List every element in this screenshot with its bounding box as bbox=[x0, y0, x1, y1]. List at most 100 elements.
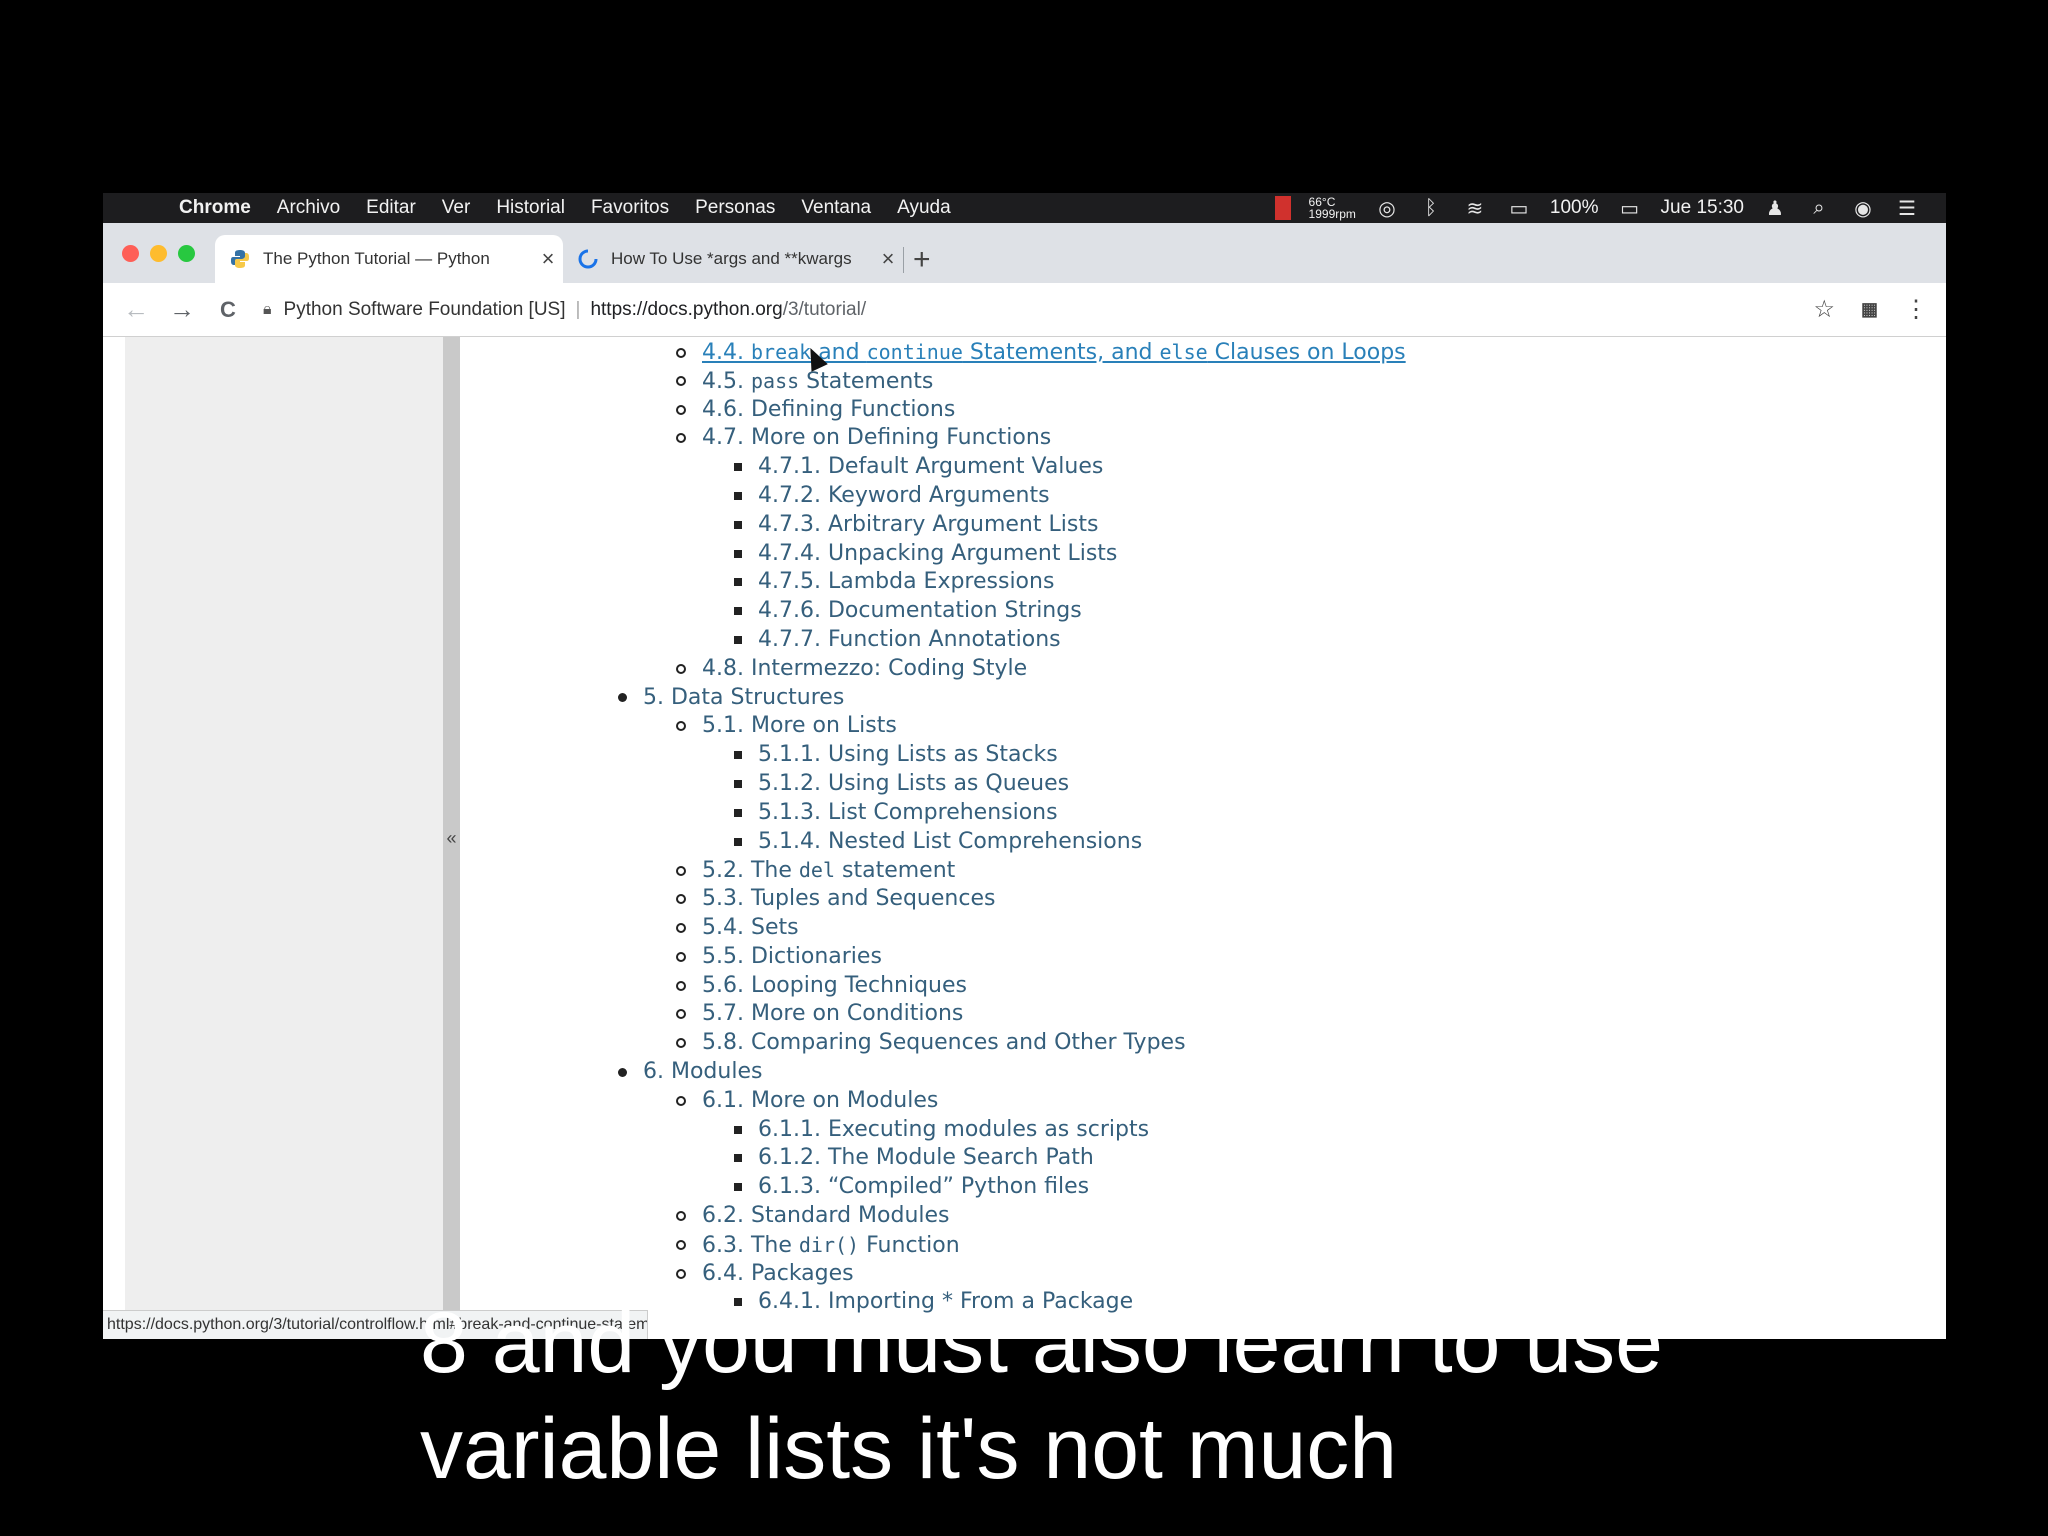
toc-link[interactable]: 5.2. The del statement bbox=[702, 856, 955, 885]
toc-link[interactable]: 5.8. Comparing Sequences and Other Types bbox=[702, 1029, 1186, 1057]
toc-link[interactable]: 4.7.1. Default Argument Values bbox=[758, 453, 1103, 481]
bullet-icon bbox=[734, 520, 742, 529]
tab-args-kwargs[interactable]: How To Use *args and **kwargs × bbox=[563, 235, 903, 283]
menu-app-name[interactable]: Chrome bbox=[179, 197, 251, 219]
bullet-icon bbox=[734, 463, 742, 472]
new-tab-button[interactable]: + bbox=[913, 245, 931, 275]
toc-link[interactable]: 5.1.2. Using Lists as Queues bbox=[758, 770, 1069, 798]
toc-link[interactable]: 4.7.7. Function Annotations bbox=[758, 626, 1061, 654]
toc-link[interactable]: 6.1. More on Modules bbox=[702, 1087, 938, 1115]
toc-link[interactable]: 6. Modules bbox=[643, 1058, 762, 1086]
toc-link[interactable]: 4.7.6. Documentation Strings bbox=[758, 597, 1082, 625]
toc-link[interactable]: 4.7. More on Defining Functions bbox=[702, 424, 1051, 452]
menu-ver[interactable]: Ver bbox=[442, 197, 471, 219]
tab-python-tutorial[interactable]: The Python Tutorial — Python × bbox=[215, 235, 563, 283]
toc-link-text: 5. Data Structures bbox=[643, 684, 845, 710]
toc-link[interactable]: 4.6. Defining Functions bbox=[702, 396, 955, 424]
airplay-icon[interactable]: ▭ bbox=[1506, 196, 1532, 221]
toc-link[interactable]: 6.1.2. The Module Search Path bbox=[758, 1144, 1094, 1172]
toc-link[interactable]: 5.1.3. List Comprehensions bbox=[758, 799, 1058, 827]
toc-item-level-2: 4.4. break and continue Statements, and … bbox=[676, 338, 1406, 367]
bullet-icon bbox=[734, 607, 742, 616]
menu-personas[interactable]: Personas bbox=[695, 197, 775, 219]
close-window-button[interactable] bbox=[122, 245, 139, 262]
url-path: /3/tutorial/ bbox=[782, 298, 867, 320]
toc-link[interactable]: 5.7. More on Conditions bbox=[702, 1000, 963, 1028]
toc-link-text: 5.1. More on Lists bbox=[702, 713, 897, 739]
toc-link[interactable]: 6.3. The dir() Function bbox=[702, 1231, 960, 1260]
temperature-readout[interactable]: 66°C 1999rpm bbox=[1309, 196, 1356, 220]
temperature-gauge-icon[interactable] bbox=[1274, 196, 1291, 220]
menu-favoritos[interactable]: Favoritos bbox=[591, 197, 669, 219]
toc-link[interactable]: 5. Data Structures bbox=[643, 684, 844, 712]
bullet-icon bbox=[734, 808, 742, 817]
close-tab-icon[interactable]: × bbox=[533, 246, 563, 272]
toc-link[interactable]: 4.7.5. Lambda Expressions bbox=[758, 568, 1054, 596]
back-button[interactable]: ← bbox=[113, 294, 159, 325]
toc-item-level-3: 4.7.1. Default Argument Values bbox=[734, 453, 1103, 481]
tab-title: The Python Tutorial — Python bbox=[263, 249, 490, 268]
toc-link-text: Clauses on Loops bbox=[1207, 340, 1406, 365]
sidebar-collapse-button[interactable]: « bbox=[443, 337, 460, 1339]
toc-link[interactable]: 5.1. More on Lists bbox=[702, 712, 897, 740]
close-tab-icon[interactable]: × bbox=[873, 246, 903, 272]
bullet-icon bbox=[676, 894, 686, 905]
menu-historial[interactable]: Historial bbox=[496, 197, 565, 219]
lock-icon[interactable]: 🔒︎ bbox=[263, 301, 272, 319]
toc-link[interactable]: 5.1.1. Using Lists as Stacks bbox=[758, 741, 1058, 769]
menu-ventana[interactable]: Ventana bbox=[801, 197, 871, 219]
battery-percent[interactable]: 100% bbox=[1550, 197, 1599, 219]
address-bar[interactable]: 🔒︎ Python Software Foundation [US] | htt… bbox=[263, 299, 866, 321]
macos-menu-bar: Chrome Archivo Editar Ver Historial Favo… bbox=[103, 193, 1946, 223]
minimize-window-button[interactable] bbox=[150, 245, 167, 262]
toc-link[interactable]: 4.5. pass Statements bbox=[702, 367, 933, 396]
bullet-icon bbox=[676, 1211, 686, 1221]
toc-link[interactable]: 5.4. Sets bbox=[702, 914, 799, 942]
toc-item-level-3: 5.1.1. Using Lists as Stacks bbox=[734, 741, 1058, 769]
creative-cloud-icon[interactable]: ◎ bbox=[1374, 196, 1400, 221]
menu-editar[interactable]: Editar bbox=[366, 197, 416, 219]
menu-bar-clock[interactable]: Jue 15:30 bbox=[1661, 197, 1744, 219]
toc-link[interactable]: 6.1.1. Executing modules as scripts bbox=[758, 1116, 1149, 1144]
toc-link[interactable]: 4.7.4. Unpacking Argument Lists bbox=[758, 540, 1117, 568]
reload-button[interactable]: C bbox=[205, 297, 251, 323]
toc-link[interactable]: 5.3. Tuples and Sequences bbox=[702, 885, 995, 913]
toc-item-level-3: 5.1.2. Using Lists as Queues bbox=[734, 770, 1069, 798]
user-icon[interactable]: ♟ bbox=[1762, 196, 1788, 221]
toc-link[interactable]: 6.4. Packages bbox=[702, 1260, 854, 1288]
toc-link[interactable]: 4.8. Intermezzo: Coding Style bbox=[702, 655, 1027, 683]
toc-link[interactable]: 5.6. Looping Techniques bbox=[702, 972, 967, 1000]
toc-link-text: 5.4. Sets bbox=[702, 915, 799, 940]
toc-link-text: 5.1.4. Nested List Comprehensions bbox=[758, 828, 1143, 854]
toc-link-text: 5.1.3. List Comprehensions bbox=[758, 799, 1058, 825]
toc-link[interactable]: 5.5. Dictionaries bbox=[702, 943, 882, 971]
siri-icon[interactable]: ◉ bbox=[1850, 196, 1876, 221]
toc-link-text: Statements bbox=[799, 368, 934, 394]
toc-link[interactable]: 4.7.3. Arbitrary Argument Lists bbox=[758, 511, 1098, 539]
menu-ayuda[interactable]: Ayuda bbox=[897, 197, 951, 219]
subtitle-line-2: variable lists it's not much bbox=[420, 1401, 1398, 1497]
bullet-icon bbox=[734, 837, 742, 846]
toc-link-text: 6.3. The bbox=[702, 1232, 799, 1258]
wifi-icon[interactable]: ≋ bbox=[1462, 196, 1488, 221]
toc-link[interactable]: 5.1.4. Nested List Comprehensions bbox=[758, 828, 1142, 856]
toc-link[interactable]: 6.2. Standard Modules bbox=[702, 1202, 950, 1230]
chrome-menu-button[interactable]: ⋮ bbox=[1904, 295, 1928, 324]
toc-link[interactable]: 4.7.2. Keyword Arguments bbox=[758, 482, 1050, 510]
zoom-window-button[interactable] bbox=[178, 245, 195, 262]
menu-archivo[interactable]: Archivo bbox=[277, 197, 340, 219]
toc-link-text: 5.1.1. Using Lists as Stacks bbox=[758, 742, 1058, 768]
toc-link-code: del bbox=[798, 858, 836, 883]
notification-center-icon[interactable]: ☰ bbox=[1894, 196, 1920, 221]
bookmark-star-icon[interactable]: ☆ bbox=[1813, 295, 1835, 324]
extension-icon[interactable]: ▦ bbox=[1861, 299, 1878, 320]
bluetooth-icon[interactable]: ᛒ bbox=[1418, 197, 1444, 220]
toc-link[interactable]: 6.1.3. “Compiled” Python files bbox=[758, 1173, 1089, 1201]
forward-button[interactable]: → bbox=[159, 294, 205, 325]
bullet-icon bbox=[734, 1154, 742, 1163]
bullet-icon bbox=[676, 1095, 686, 1106]
battery-icon[interactable]: ▭ bbox=[1617, 196, 1643, 221]
toc-link-text: 6.2. Standard Modules bbox=[702, 1203, 950, 1228]
spotlight-search-icon[interactable]: ⌕ bbox=[1806, 197, 1832, 220]
toolbar-actions: ☆ ▦ ⋮ bbox=[1813, 295, 1928, 324]
